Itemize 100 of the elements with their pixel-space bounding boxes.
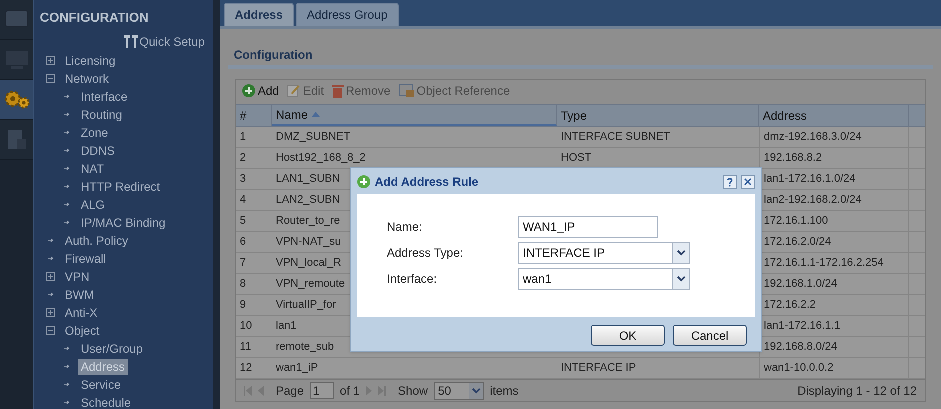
collapse-icon[interactable] xyxy=(46,326,55,335)
table-cell-text: 172.16.2.0/24 xyxy=(764,235,832,250)
table-cell-text: VirtualIP_for xyxy=(276,298,336,313)
window-icon xyxy=(398,84,415,98)
table-cell-text: VPN_remoute xyxy=(276,277,346,292)
arrow-icon xyxy=(64,184,70,189)
table-cell-text: 4 xyxy=(240,193,246,208)
table-cell-text: 192.168.8.0/24 xyxy=(764,340,838,355)
add-icon xyxy=(242,84,256,98)
sidebar-item[interactable]: HTTP Redirect xyxy=(78,178,164,194)
sidebar-item[interactable]: Licensing xyxy=(62,52,119,68)
document-icon xyxy=(6,128,28,150)
table-cell-text: 12 xyxy=(240,361,252,376)
table-cell-text: 5 xyxy=(240,214,246,229)
column-header[interactable]: Type xyxy=(557,105,759,126)
arrow-icon xyxy=(64,94,70,99)
close-button[interactable] xyxy=(741,175,755,189)
column-header[interactable]: # xyxy=(236,105,272,126)
table-cell-text: VPN-NAT_su xyxy=(276,235,342,250)
table-cell-text: INTERFACE SUBNET xyxy=(561,130,670,145)
column-header[interactable]: Address xyxy=(759,105,909,126)
arrow-icon xyxy=(48,256,54,261)
table-cell-text: LAN1_SUBN xyxy=(276,172,340,187)
table-cell-text: 192.168.8.2 xyxy=(764,151,822,166)
table-cell-text: lan1-172.16.1.1 xyxy=(764,319,840,334)
sidebar-item[interactable]: NAT xyxy=(78,160,108,176)
table-cell-text: 7 xyxy=(240,256,246,271)
table-cell-text: 172.16.2.2 xyxy=(764,298,816,313)
sidebar-item[interactable]: Anti-X xyxy=(62,304,101,320)
sidebar-item[interactable]: VPN xyxy=(62,268,93,284)
tab[interactable]: Address xyxy=(224,3,294,26)
sidebar-item[interactable]: DDNS xyxy=(78,142,118,158)
close-icon xyxy=(744,178,752,186)
table-cell-text: 172.16.1.1-172.16.2.254 xyxy=(764,256,884,271)
sidebar-item[interactable]: Object xyxy=(62,322,103,338)
sidebar-item[interactable]: Zone xyxy=(78,124,112,140)
arrow-icon xyxy=(64,220,70,225)
page-size-dropdown[interactable]: 50 xyxy=(434,382,484,400)
sidebar-title: CONFIGURATION xyxy=(39,9,150,27)
trash-icon xyxy=(332,84,344,98)
sidebar-item[interactable]: User/Group xyxy=(78,340,146,356)
arrow-icon xyxy=(64,364,70,369)
table-cell-text: INTERFACE IP xyxy=(561,361,636,376)
add-button[interactable]: Add xyxy=(242,82,280,100)
dropdown[interactable]: INTERFACE IP xyxy=(518,242,690,264)
dialog-title: Add Address Rule xyxy=(375,174,480,191)
table-cell-text: 3 xyxy=(240,172,246,187)
show-label: Show xyxy=(398,382,428,400)
name-field[interactable]: WAN1_IP xyxy=(518,216,658,238)
sidebar-item[interactable]: Schedule xyxy=(78,394,134,409)
table-cell-text: remote_sub xyxy=(276,340,334,355)
displaying-count: Displaying 1 - 12 of 12 xyxy=(798,382,917,400)
page-field[interactable]: 1 xyxy=(310,382,334,399)
expand-icon[interactable] xyxy=(46,272,55,281)
table-cell-text: 6 xyxy=(240,235,246,250)
table-cell-text: wan1_iP xyxy=(276,361,318,376)
table-cell-text: 192.168.1.0/24 xyxy=(764,277,838,292)
tab[interactable]: Address Group xyxy=(296,3,399,26)
table-cell-text: dmz-192.168.3.0/24 xyxy=(764,130,862,145)
arrow-icon xyxy=(64,346,70,351)
ok-button[interactable]: OK xyxy=(591,325,665,346)
field-label: Interface: xyxy=(387,270,438,288)
items-label: items xyxy=(490,382,519,400)
section-title: Configuration xyxy=(233,47,314,62)
sidebar-item[interactable]: IP/MAC Binding xyxy=(78,214,169,230)
table-cell-text: 9 xyxy=(240,298,246,313)
sidebar-item[interactable]: BWM xyxy=(62,286,98,302)
arrow-icon xyxy=(64,382,70,387)
table-cell-text: lan2-192.168.2.0/24 xyxy=(764,193,862,208)
expand-icon[interactable] xyxy=(46,56,55,65)
help-button[interactable] xyxy=(723,175,737,189)
table-cell-text: wan1-10.0.0.2 xyxy=(764,361,834,376)
quick-setup-link[interactable]: Quick Setup xyxy=(140,32,205,50)
collapse-icon[interactable] xyxy=(46,74,55,83)
dropdown[interactable]: wan1 xyxy=(518,268,690,290)
sidebar-item[interactable]: Routing xyxy=(78,106,126,122)
arrow-icon xyxy=(48,238,54,243)
table-cell-text: 11 xyxy=(240,340,252,355)
sidebar-item[interactable]: Network xyxy=(62,70,112,86)
arrow-icon xyxy=(64,112,70,117)
page-count: of 1 xyxy=(340,382,360,400)
table-cell-text: 10 xyxy=(240,319,252,334)
pencil-icon xyxy=(287,84,302,98)
expand-icon[interactable] xyxy=(46,308,55,317)
table-cell-text: DMZ_SUBNET xyxy=(276,130,351,145)
nav-tab[interactable] xyxy=(0,80,33,120)
sidebar-item[interactable]: Interface xyxy=(78,88,131,104)
arrow-icon xyxy=(64,400,70,405)
arrow-icon xyxy=(64,202,70,207)
field-label: Name: xyxy=(387,218,424,236)
page-label: Page xyxy=(276,382,304,400)
sidebar-item[interactable]: ALG xyxy=(78,196,108,212)
sidebar-item[interactable]: Auth. Policy xyxy=(62,232,132,248)
table-cell-text: 172.16.1.100 xyxy=(764,214,828,229)
sidebar-item[interactable]: Service xyxy=(78,376,124,392)
arrow-icon xyxy=(64,148,70,153)
table-cell-text: HOST xyxy=(561,151,592,166)
sidebar-item[interactable]: Firewall xyxy=(62,250,110,266)
arrow-icon xyxy=(64,130,70,135)
cancel-button[interactable]: Cancel xyxy=(673,325,747,346)
